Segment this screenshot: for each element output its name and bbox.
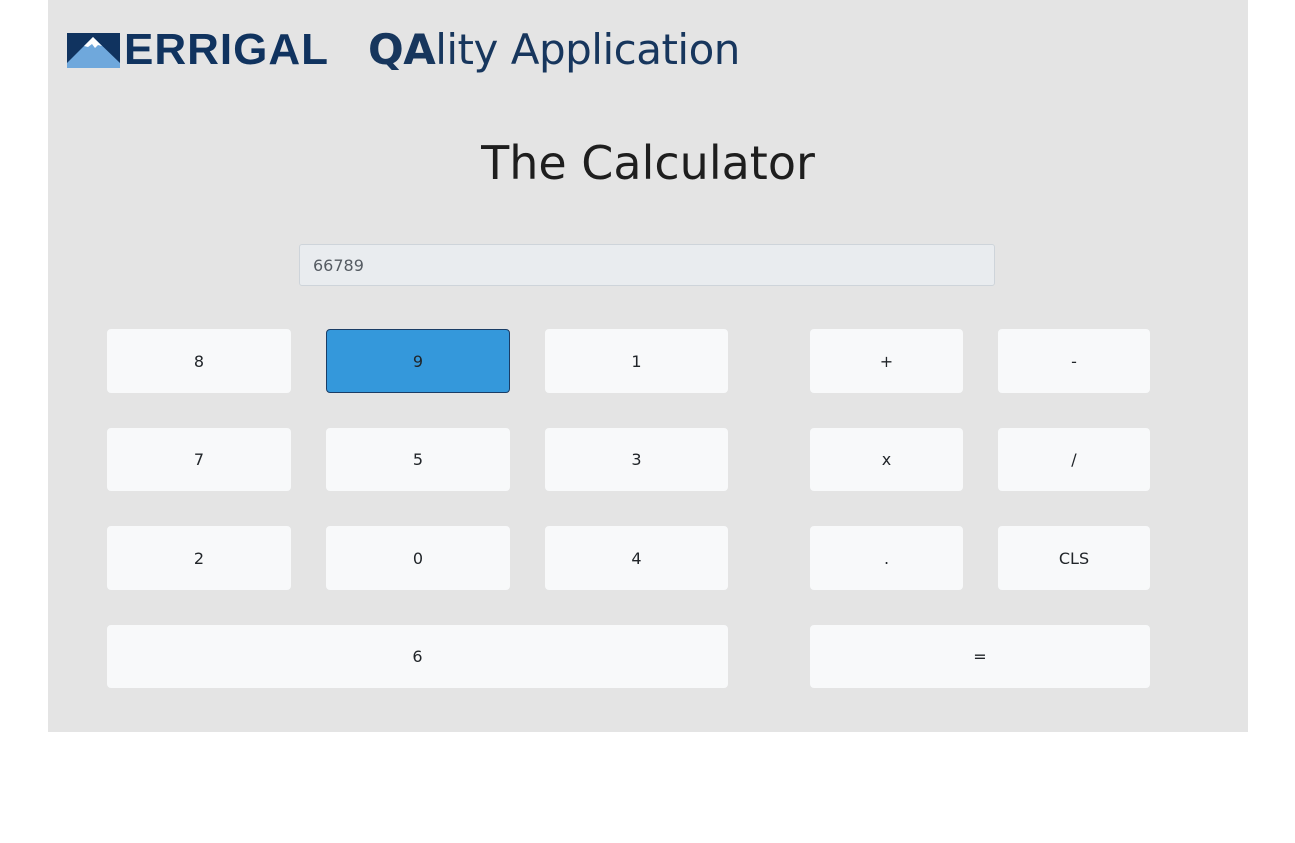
equals-button[interactable]: = xyxy=(810,625,1150,688)
plus-button[interactable]: + xyxy=(810,329,963,393)
page-title: The Calculator xyxy=(481,136,815,190)
clear-button[interactable]: CLS xyxy=(998,526,1150,590)
multiply-button[interactable]: x xyxy=(810,428,963,491)
app-title-bold: QA xyxy=(368,25,436,74)
header: ERRIGAL QAlity Application xyxy=(67,20,740,80)
app-title-rest: lity Application xyxy=(435,25,740,74)
key-3-button[interactable]: 3 xyxy=(545,428,728,491)
calculator-panel: ERRIGAL QAlity Application The Calculato… xyxy=(48,0,1248,732)
key-0-button[interactable]: 0 xyxy=(326,526,510,590)
key-6-button[interactable]: 6 xyxy=(107,625,728,688)
key-5-button[interactable]: 5 xyxy=(326,428,510,491)
divide-button[interactable]: / xyxy=(998,428,1150,491)
calculator-display[interactable] xyxy=(299,244,995,286)
key-8-button[interactable]: 8 xyxy=(107,329,291,393)
app-title: QAlity Application xyxy=(368,29,740,71)
key-4-button[interactable]: 4 xyxy=(545,526,728,590)
decimal-button[interactable]: . xyxy=(810,526,963,590)
key-7-button[interactable]: 7 xyxy=(107,428,291,491)
key-1-button[interactable]: 1 xyxy=(545,329,728,393)
key-2-button[interactable]: 2 xyxy=(107,526,291,590)
logo-text: ERRIGAL xyxy=(124,25,329,74)
errigal-logo: ERRIGAL xyxy=(67,28,329,72)
key-9-button[interactable]: 9 xyxy=(326,329,510,393)
mountain-logo-icon xyxy=(67,32,120,68)
minus-button[interactable]: - xyxy=(998,329,1150,393)
